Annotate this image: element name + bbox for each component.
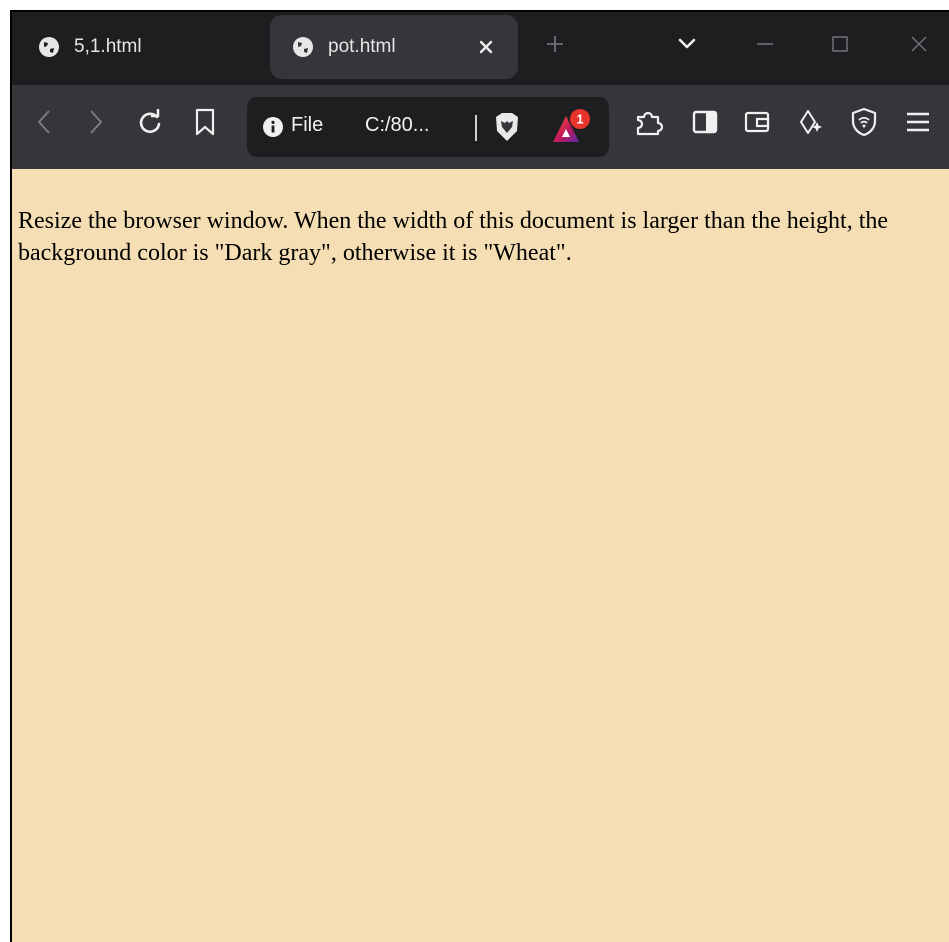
new-tab-button[interactable]	[540, 31, 570, 61]
minimize-button[interactable]	[750, 31, 780, 61]
minimize-icon	[755, 34, 775, 59]
hamburger-menu-icon	[905, 110, 931, 139]
main-menu-button[interactable]	[900, 106, 936, 142]
chevron-down-icon	[678, 37, 696, 55]
back-button[interactable]	[26, 106, 62, 142]
navigation-toolbar: File C:/80... 1	[12, 85, 949, 169]
url-text[interactable]: C:/80...	[365, 114, 429, 137]
wallet-icon	[744, 109, 770, 140]
triangle-rewards-icon[interactable]: 1	[551, 108, 595, 146]
puzzle-icon	[633, 107, 664, 142]
forward-button[interactable]	[78, 106, 114, 142]
tab-search-button[interactable]	[672, 31, 702, 61]
vpn-button[interactable]	[846, 106, 882, 142]
info-icon[interactable]	[263, 117, 283, 137]
arrow-right-icon	[88, 109, 104, 140]
globe-icon	[38, 36, 60, 58]
address-bar[interactable]: File C:/80... 1	[247, 97, 609, 157]
page-paragraph: Resize the browser window. When the widt…	[18, 208, 889, 266]
vpn-shield-icon	[851, 107, 877, 142]
maximize-button[interactable]	[825, 31, 855, 61]
close-icon	[909, 34, 929, 59]
globe-icon	[292, 36, 314, 58]
tab-strip: 5,1.html pot.html	[12, 12, 949, 85]
bookmark-icon	[194, 108, 216, 141]
window-close-button[interactable]	[904, 31, 934, 61]
rewards-badge-count: 1	[576, 112, 583, 127]
page-content: Resize the browser window. When the widt…	[12, 169, 949, 942]
browser-window: 5,1.html pot.html File C:/80... 1 Resize…	[10, 10, 949, 942]
sidebar-icon	[692, 109, 718, 140]
arrow-left-icon	[36, 109, 52, 140]
sidebar-button[interactable]	[687, 106, 723, 142]
site-scheme-label[interactable]: File	[291, 114, 323, 137]
maximize-icon	[830, 34, 850, 59]
sparkle-icon	[796, 108, 824, 141]
tab-title: 5,1.html	[74, 36, 142, 57]
address-divider	[475, 115, 477, 141]
extensions-button[interactable]	[630, 106, 666, 142]
tab-pot-html[interactable]: pot.html	[270, 15, 518, 79]
close-icon[interactable]	[472, 33, 500, 61]
tab-title: pot.html	[328, 36, 396, 57]
bookmark-button[interactable]	[187, 106, 223, 142]
plus-icon	[545, 34, 565, 59]
lion-shield-icon[interactable]	[493, 111, 521, 143]
wallet-button[interactable]	[739, 106, 775, 142]
reload-icon	[137, 108, 163, 140]
reload-button[interactable]	[132, 106, 168, 142]
tab-5-1-html[interactable]: 5,1.html	[12, 15, 270, 79]
leo-ai-button[interactable]	[792, 106, 828, 142]
